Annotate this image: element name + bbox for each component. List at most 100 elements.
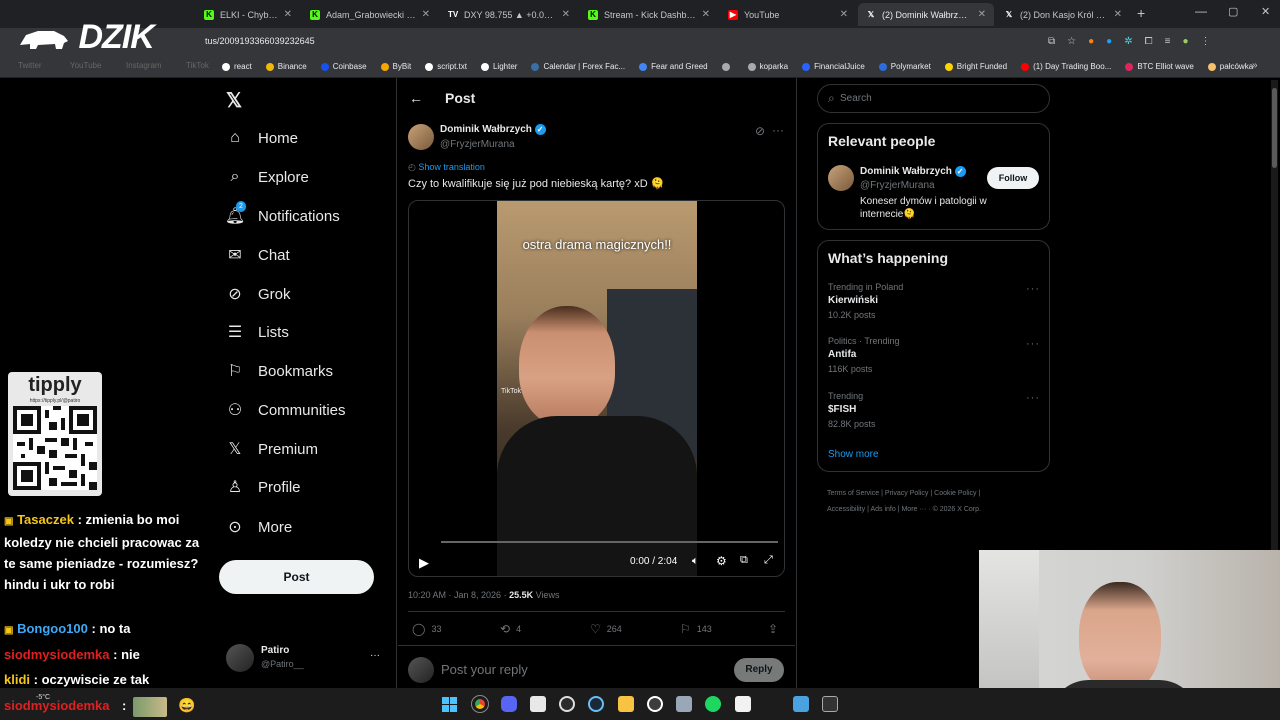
trend-more-icon[interactable]: ··· bbox=[1026, 338, 1040, 350]
reply-input[interactable]: Post your reply bbox=[441, 662, 528, 677]
sidebar-item-explore[interactable]: ⌕ Explore bbox=[226, 168, 309, 186]
sidebar-item-bookmarks[interactable]: ⚐ Bookmarks bbox=[226, 362, 333, 381]
bookmark-faint[interactable]: Twitter bbox=[18, 61, 42, 70]
author-handle[interactable]: @FryzjerMurana bbox=[440, 139, 515, 150]
close-tab-icon[interactable]: ✕ bbox=[562, 9, 570, 20]
discord-icon[interactable] bbox=[501, 696, 517, 712]
bookmark-faint[interactable]: Instagram bbox=[126, 61, 162, 70]
url-text[interactable]: tus/2009193366039232645 bbox=[205, 36, 315, 46]
sidebar-item-communities[interactable]: ⚇ Communities bbox=[226, 401, 346, 420]
video-player[interactable]: ostra drama magicznych!! TikTok ▶ 0:00 /… bbox=[408, 200, 785, 577]
bookmark-item[interactable] bbox=[721, 62, 734, 71]
dropbox-icon[interactable] bbox=[735, 696, 751, 712]
terminal-icon[interactable] bbox=[822, 696, 838, 712]
trend-item[interactable]: Trending in Poland Kierwiński 10.2K post… bbox=[828, 282, 903, 320]
bookmarks-overflow-icon[interactable]: » bbox=[1252, 60, 1258, 71]
bookmark-item[interactable]: Coinbase bbox=[320, 62, 367, 71]
close-tab-icon[interactable]: ✕ bbox=[702, 9, 710, 20]
trend-more-icon[interactable]: ··· bbox=[1026, 283, 1040, 295]
relevant-avatar[interactable] bbox=[828, 165, 854, 191]
cast-icon[interactable]: ⧉ bbox=[1048, 36, 1055, 47]
post-button[interactable]: Post bbox=[219, 560, 374, 594]
bookmark-item[interactable]: Binance bbox=[265, 62, 307, 71]
author-name[interactable]: Dominik Wałbrzych bbox=[440, 124, 532, 135]
show-more-link[interactable]: Show more bbox=[828, 449, 879, 460]
obs-icon[interactable] bbox=[559, 696, 575, 712]
trend-more-icon[interactable]: ··· bbox=[1026, 392, 1040, 404]
extension-icons[interactable]: ⧉ ☆ ● ● ✲ ⧠ ≡ ● ⋮ bbox=[1048, 36, 1210, 47]
share-action[interactable]: ⇪ bbox=[768, 622, 778, 636]
bookmark-item[interactable]: script.txt bbox=[425, 62, 467, 71]
pip-icon[interactable]: ⧉ bbox=[740, 554, 748, 567]
footer-link[interactable]: More ··· bbox=[901, 506, 926, 513]
bookmark-faint[interactable]: YouTube bbox=[70, 61, 101, 70]
bookmark-item[interactable]: Lighter bbox=[480, 62, 517, 71]
new-tab-icon[interactable]: + bbox=[1137, 5, 1145, 21]
close-tab-icon[interactable]: ✕ bbox=[1114, 9, 1122, 20]
show-translation-link[interactable]: ◴ Show translation bbox=[408, 162, 485, 173]
puzzle-icon[interactable]: ⧠ bbox=[1145, 36, 1153, 47]
sidebar-item-grok[interactable]: ⊘ Grok bbox=[226, 285, 290, 304]
account-switcher[interactable]: Patiro @Patiro__ ··· bbox=[226, 644, 386, 674]
browser-tab[interactable]: TVDXY 98.755 ▲ +0.03% Be✕ bbox=[440, 3, 578, 26]
bookmark-item[interactable]: Fear and Greed bbox=[639, 62, 708, 71]
browser-tab[interactable]: KAdam_Grabowiecki - Wat✕ bbox=[302, 3, 438, 26]
close-tab-icon[interactable]: ✕ bbox=[978, 9, 986, 20]
profile-avatar-icon[interactable]: ● bbox=[1182, 36, 1188, 47]
grok-analyze-icon[interactable]: ⊘ bbox=[755, 124, 765, 138]
author-name-row[interactable]: Dominik Wałbrzych ✓ bbox=[440, 124, 546, 135]
footer-link[interactable]: Terms of Service bbox=[827, 490, 879, 497]
author-avatar[interactable] bbox=[408, 124, 434, 150]
menu-icon[interactable]: ⋮ bbox=[1200, 36, 1210, 47]
close-tab-icon[interactable]: ✕ bbox=[284, 9, 292, 20]
play-icon[interactable]: ▶ bbox=[419, 555, 429, 571]
bookmark-item[interactable]: Calendar | Forex Fac... bbox=[531, 62, 625, 71]
browser-tab-active[interactable]: 𝕏(2) Dominik Wałbrzych on✕ bbox=[858, 3, 994, 26]
browser-tab[interactable]: K Stream - Kick Dashboard ✕ bbox=[580, 3, 718, 26]
reply-action[interactable]: ◯ 33 bbox=[412, 622, 441, 636]
footer-link[interactable]: Accessibility bbox=[827, 506, 865, 513]
settings-icon[interactable]: ⚙ bbox=[716, 554, 727, 568]
sidebar-item-home[interactable]: ⌂ Home bbox=[226, 129, 298, 147]
scrollbar-thumb[interactable] bbox=[1272, 88, 1277, 168]
close-tab-icon[interactable]: ✕ bbox=[422, 9, 430, 20]
follow-button[interactable]: Follow bbox=[987, 167, 1039, 189]
footer-link[interactable]: Privacy Policy bbox=[885, 490, 929, 497]
spotify-icon[interactable] bbox=[705, 696, 721, 712]
footer-link[interactable]: Cookie Policy bbox=[934, 490, 976, 497]
relevant-name[interactable]: Dominik Wałbrzych bbox=[860, 166, 952, 177]
trend-item[interactable]: Politics · Trending Antifa 116K posts bbox=[828, 336, 900, 374]
bookmark-item[interactable]: FinancialJuice bbox=[802, 62, 865, 71]
back-arrow-icon[interactable]: ← bbox=[409, 90, 423, 106]
close-tab-icon[interactable]: ✕ bbox=[840, 9, 848, 20]
browser-tab[interactable]: ▶ YouTube ✕ bbox=[720, 3, 856, 26]
browser-tab[interactable]: 𝕏 (2) Don Kasjo Król on X: ✕ bbox=[996, 3, 1130, 26]
footer-link[interactable]: Ads info bbox=[870, 506, 895, 513]
bookmark-item[interactable]: react bbox=[222, 62, 252, 71]
post-more-icon[interactable]: ··· bbox=[772, 123, 784, 137]
trend-item[interactable]: Trending $FISH 82.8K posts bbox=[828, 391, 876, 429]
sidebar-item-more[interactable]: ⊙ More bbox=[226, 518, 292, 537]
app-icon[interactable] bbox=[530, 696, 546, 712]
search-box[interactable]: ⌕ Search bbox=[817, 84, 1050, 113]
extension-icon-cyan[interactable]: ✲ bbox=[1124, 36, 1132, 47]
fullscreen-icon[interactable]: ⤢ bbox=[764, 554, 773, 567]
photos-icon[interactable] bbox=[793, 696, 809, 712]
more-dots-icon[interactable]: ··· bbox=[370, 650, 380, 661]
ccleaner-icon[interactable] bbox=[647, 696, 663, 712]
bookmark-faint[interactable]: TikTok bbox=[186, 61, 209, 70]
metamask-icon[interactable]: ● bbox=[1088, 36, 1094, 47]
sidebar-item-chat[interactable]: ✉ Chat bbox=[226, 246, 289, 265]
bookmark-item[interactable]: pałcówka bbox=[1207, 62, 1253, 71]
bookmark-item[interactable]: BTC Elliot wave bbox=[1125, 62, 1194, 71]
relevant-handle[interactable]: @FryzjerMurana bbox=[860, 180, 935, 191]
minimize-icon[interactable]: — bbox=[1195, 4, 1207, 18]
maximize-icon[interactable]: ▢ bbox=[1228, 5, 1238, 18]
windows-start-icon[interactable] bbox=[442, 697, 457, 712]
volume-icon[interactable]: 🔈︎ bbox=[692, 555, 699, 568]
bookmark-item[interactable]: koparka bbox=[747, 62, 788, 71]
browser-tab[interactable]: KELKI - Chyba że z Tob✕ bbox=[196, 3, 300, 26]
bookmark-item[interactable]: Polymarket bbox=[878, 62, 931, 71]
folder-icon[interactable] bbox=[618, 696, 634, 712]
sidebar-item-lists[interactable]: ☰ Lists bbox=[226, 323, 289, 342]
